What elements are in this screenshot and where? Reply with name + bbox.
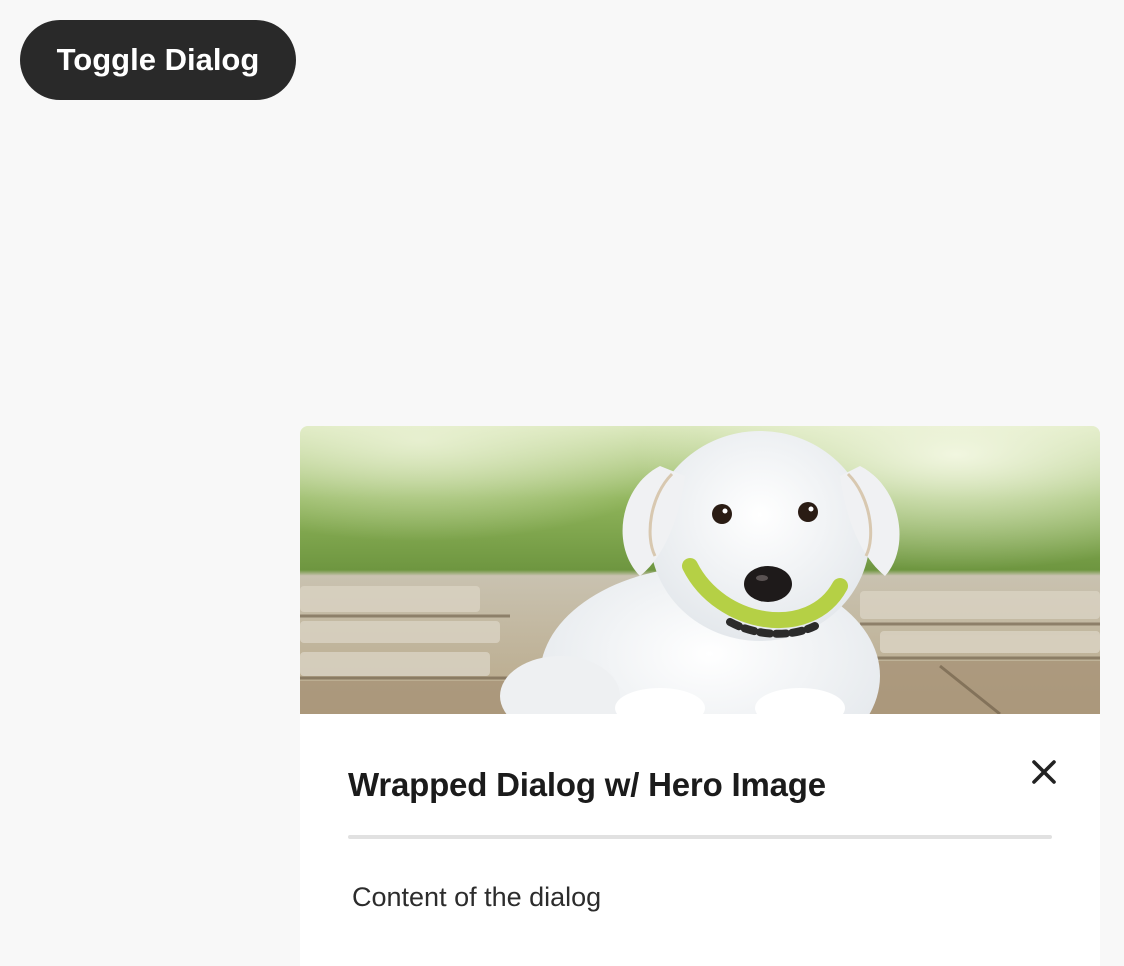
toggle-dialog-button[interactable]: Toggle Dialog (20, 20, 296, 100)
dialog-divider (348, 835, 1052, 839)
dialog-content: Content of the dialog (352, 882, 602, 912)
dialog: Wrapped Dialog w/ Hero Image Content of … (300, 426, 1100, 966)
dialog-title: Wrapped Dialog w/ Hero Image (348, 766, 826, 803)
close-icon (1032, 760, 1056, 784)
close-button[interactable] (1024, 752, 1064, 792)
hero-image (300, 426, 1100, 714)
